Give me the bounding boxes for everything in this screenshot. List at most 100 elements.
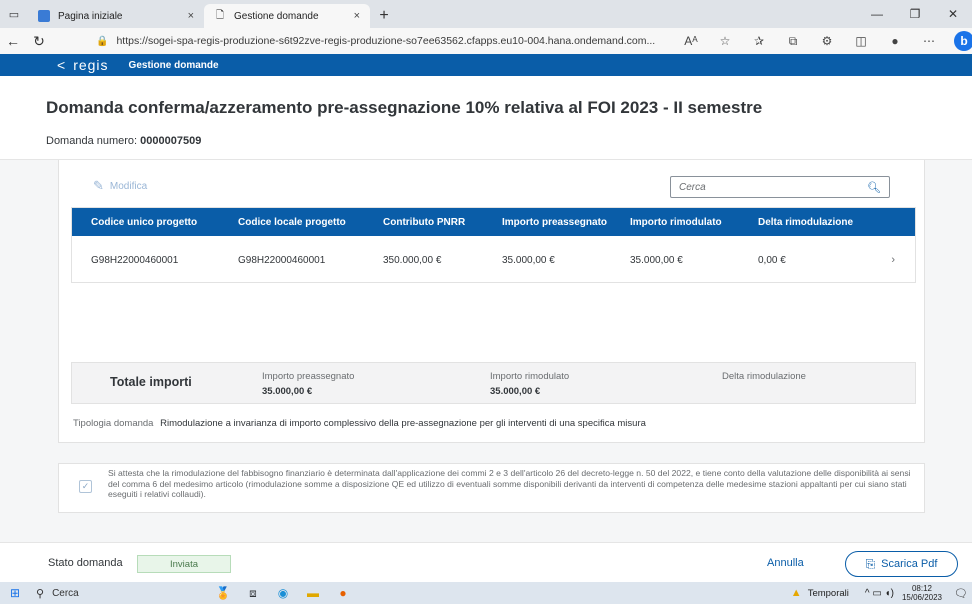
task-view-icon[interactable]: ⧈ bbox=[238, 582, 268, 604]
pencil-icon: ✎ bbox=[93, 178, 104, 193]
request-number-label: Domanda numero: bbox=[46, 135, 138, 147]
total-rimodulato-label: Importo rimodulato bbox=[490, 371, 570, 382]
download-pdf-button[interactable]: ⎘ Scarica Pdf bbox=[845, 551, 958, 577]
close-window-icon[interactable]: ✕ bbox=[934, 0, 972, 28]
app-back-chevron-icon[interactable]: < bbox=[57, 57, 65, 73]
main-content: ✎ Modifica 🔍︎ Codice unico progetto Codi… bbox=[0, 160, 972, 542]
restore-icon[interactable]: ❐ bbox=[896, 0, 934, 28]
total-delta: Delta rimodulazione bbox=[722, 371, 806, 382]
profile-avatar-icon[interactable]: ● bbox=[878, 28, 912, 54]
edge-icon[interactable]: ◉ bbox=[268, 582, 298, 604]
total-rimodulato: Importo rimodulato 35.000,00 € bbox=[490, 371, 569, 397]
total-rimodulato-value: 35.000,00 € bbox=[490, 386, 541, 397]
search-icon[interactable]: 🔍︎ bbox=[867, 181, 881, 194]
attestation-checkbox[interactable]: ✓ bbox=[79, 480, 92, 493]
minimize-icon[interactable]: — bbox=[858, 0, 896, 28]
tab-actions-icon[interactable]: ▭ bbox=[0, 0, 28, 28]
table-header: Codice unico progetto Codice locale prog… bbox=[72, 208, 915, 236]
chevron-right-icon[interactable]: › bbox=[890, 254, 915, 266]
new-tab-button[interactable]: + bbox=[370, 4, 398, 28]
taskbar-search[interactable]: ⚲ Cerca bbox=[30, 583, 200, 603]
weather-widget[interactable]: ▲ Temporali bbox=[791, 587, 849, 599]
pdf-download-icon: ⎘ bbox=[865, 556, 876, 571]
more-options-icon[interactable]: ⋯ bbox=[912, 28, 946, 54]
window-controls: — ❐ ✕ bbox=[858, 0, 972, 28]
request-type-label: Tipologia domanda bbox=[73, 418, 154, 429]
cancel-button[interactable]: Annulla bbox=[767, 557, 804, 569]
close-tab-icon[interactable]: × bbox=[354, 10, 360, 22]
favorite-star-icon[interactable]: ☆ bbox=[708, 28, 742, 54]
read-aloud-icon[interactable]: Aᴬ bbox=[674, 28, 708, 54]
clock-date: 15/06/2023 bbox=[901, 593, 942, 602]
tab-label: Pagina iniziale bbox=[58, 10, 123, 22]
search-field[interactable]: 🔍︎ bbox=[670, 176, 890, 198]
extensions-icon[interactable]: ⚙ bbox=[810, 28, 844, 54]
clock[interactable]: 08:12 15/06/2023 bbox=[902, 584, 942, 602]
cell-rimodulato: 35.000,00 € bbox=[630, 254, 683, 266]
request-number-value: 0000007509 bbox=[140, 135, 202, 147]
lock-icon: 🔒 bbox=[96, 35, 109, 47]
cell-clp: G98H22000460001 bbox=[238, 254, 326, 266]
search-input[interactable] bbox=[679, 181, 868, 193]
cell-preassegnato: 35.000,00 € bbox=[502, 254, 555, 266]
file-explorer-icon[interactable]: ▬ bbox=[298, 582, 328, 604]
column-header-contributo[interactable]: Contributo PNRR bbox=[377, 217, 496, 228]
page-title: Domanda conferma/azzeramento pre-assegna… bbox=[46, 98, 763, 117]
total-preassegnato-value: 35.000,00 € bbox=[262, 386, 313, 397]
browser-essentials-icon[interactable]: ◫ bbox=[844, 28, 878, 54]
close-tab-icon[interactable]: × bbox=[188, 10, 194, 22]
checkmark-icon: ✓ bbox=[81, 481, 90, 491]
attestation-box: ✓ Si attesta che la rimodulazione del fa… bbox=[58, 463, 925, 513]
cell-cup: G98H22000460001 bbox=[91, 254, 179, 266]
total-preassegnato: Importo preassegnato 35.000,00 € bbox=[262, 371, 354, 397]
column-header-clp[interactable]: Codice locale progetto bbox=[232, 217, 377, 228]
taskbar-search-label: Cerca bbox=[52, 587, 79, 599]
url-text: https://sogei-spa-regis-produzione-s6t92… bbox=[116, 35, 656, 47]
tab-pagina-iniziale[interactable]: Pagina iniziale × bbox=[28, 4, 204, 28]
regis-logo: regis bbox=[73, 57, 109, 73]
weather-warning-icon: ▲ bbox=[790, 587, 802, 599]
column-header-preassegnato[interactable]: Importo preassegnato bbox=[496, 217, 624, 228]
clock-time: 08:12 bbox=[911, 584, 932, 593]
column-header-rimodulato[interactable]: Importo rimodulato bbox=[624, 217, 750, 228]
firefox-icon[interactable]: ● bbox=[328, 582, 358, 604]
collections-icon[interactable]: ⧉ bbox=[776, 28, 810, 54]
url-field[interactable]: 🔒 https://sogei-spa-regis-produzione-s6t… bbox=[96, 32, 710, 50]
app-title: Gestione domande bbox=[128, 59, 219, 71]
browser-address-bar: ← ↻ 🔒 https://sogei-spa-regis-produzione… bbox=[0, 28, 972, 54]
page-header: Domanda conferma/azzeramento pre-assegna… bbox=[0, 76, 972, 160]
projects-table: Codice unico progetto Codice locale prog… bbox=[71, 207, 916, 283]
status-badge: Inviata bbox=[137, 555, 231, 573]
favorites-list-icon[interactable]: ✰ bbox=[742, 28, 776, 54]
widget-icon[interactable]: 🏅 bbox=[208, 582, 238, 604]
taskbar-apps: 🏅 ⧈ ◉ ▬ ● bbox=[208, 582, 358, 604]
totals-box: Totale importi Importo preassegnato 35.0… bbox=[71, 362, 916, 404]
totals-label: Totale importi bbox=[110, 375, 192, 389]
bing-chat-icon[interactable]: b bbox=[954, 31, 972, 51]
search-icon: ⚲ bbox=[36, 587, 45, 600]
total-preassegnato-label: Importo preassegnato bbox=[262, 371, 355, 382]
edit-button[interactable]: ✎ Modifica bbox=[93, 178, 147, 194]
tray-icons[interactable]: ^ ▭ ◖) bbox=[865, 588, 894, 599]
browser-tab-bar: ▭ Pagina iniziale × 🗋 Gestione domande ×… bbox=[0, 0, 972, 28]
status-label: Stato domanda bbox=[48, 557, 123, 569]
cell-delta: 0,00 € bbox=[758, 254, 786, 266]
column-header-cup[interactable]: Codice unico progetto bbox=[72, 217, 232, 228]
notifications-icon[interactable]: 🗨 bbox=[950, 587, 972, 600]
total-delta-label: Delta rimodulazione bbox=[722, 371, 806, 382]
windows-start-icon[interactable]: ⊞ bbox=[0, 582, 30, 604]
column-header-delta[interactable]: Delta rimodulazione bbox=[750, 217, 890, 228]
table-row[interactable]: G98H22000460001 G98H22000460001 350.000,… bbox=[72, 236, 915, 284]
projects-panel: ✎ Modifica 🔍︎ Codice unico progetto Codi… bbox=[58, 160, 925, 443]
refresh-icon[interactable]: ↻ bbox=[26, 28, 52, 54]
attestation-text: Si attesta che la rimodulazione del fabb… bbox=[108, 468, 911, 499]
cell-contributo: 350.000,00 € bbox=[383, 254, 442, 266]
page-footer: Stato domanda Inviata Annulla ⎘ Scarica … bbox=[0, 542, 972, 582]
tab-gestione-domande[interactable]: 🗋 Gestione domande × bbox=[204, 4, 370, 28]
back-arrow-icon[interactable]: ← bbox=[0, 28, 26, 54]
weather-text: Temporali bbox=[807, 587, 849, 599]
windows-taskbar: ⊞ ⚲ Cerca 🏅 ⧈ ◉ ▬ ● ▲ Temporali ^ ▭ ◖) 0… bbox=[0, 582, 972, 604]
browser-toolbar-icons: Aᴬ ☆ ✰ ⧉ ⚙ ◫ ● ⋯ b bbox=[674, 28, 972, 54]
page-favicon-icon: 🗋 bbox=[215, 9, 225, 21]
download-pdf-label: Scarica Pdf bbox=[881, 558, 938, 570]
